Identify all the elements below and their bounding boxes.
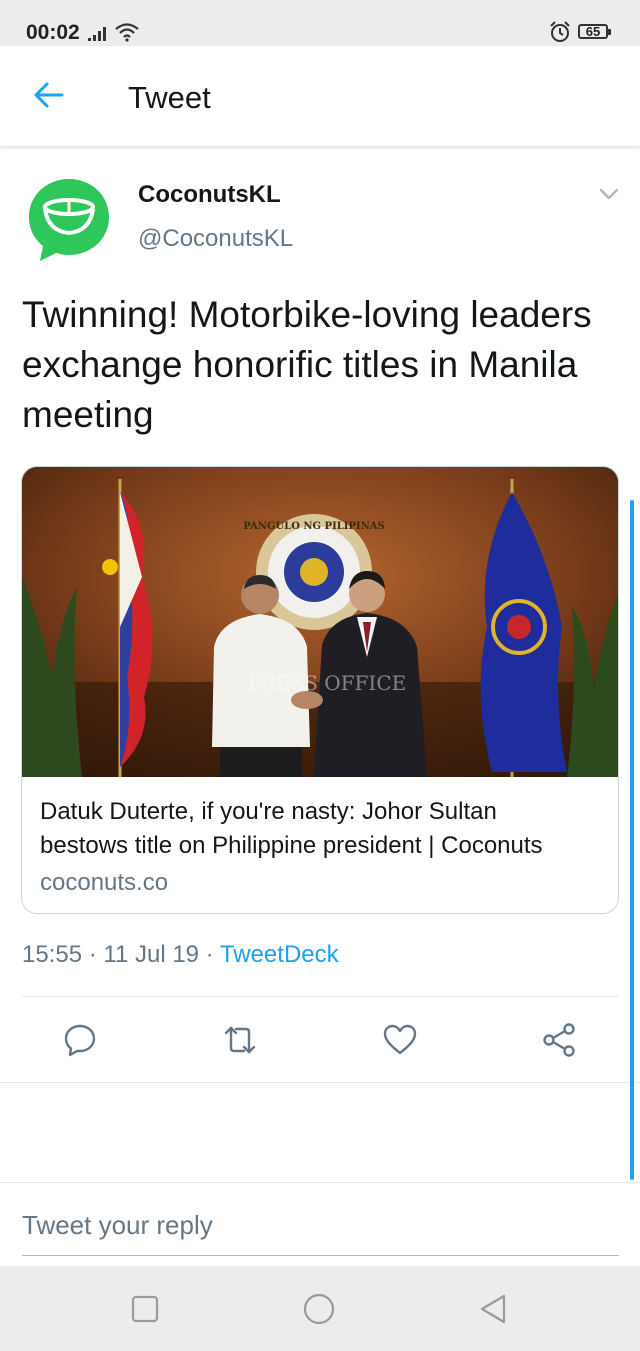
divider (22, 996, 619, 997)
battery-level: 65 (585, 24, 601, 39)
status-time: 00:02 (26, 21, 80, 44)
alarm-icon (550, 21, 570, 42)
card-title-line-1: Datuk Duterte, if you're nasty: Johor Su… (40, 798, 497, 825)
tweet-meta: 15:55 · 11 Jul 19 · TweetDeck (22, 941, 339, 969)
tweet-text: Twinning! Motorbike-loving leaders excha… (22, 294, 592, 435)
status-bar: 00:02 65 (0, 0, 640, 46)
coconuts-logo-icon (29, 179, 109, 261)
like-icon[interactable] (382, 1022, 418, 1058)
tweet-source-link[interactable]: TweetDeck (220, 941, 339, 968)
back-nav-icon[interactable] (476, 1292, 510, 1326)
chevron-down-icon[interactable] (598, 186, 620, 202)
link-card[interactable]: PANGULO NG PILIPINAS PRESS OFFICE Datuk … (21, 466, 619, 914)
retweet-icon[interactable] (222, 1022, 258, 1058)
scrollbar[interactable] (630, 500, 634, 1180)
tweet-timestamp: 15:55 · 11 Jul 19 · (22, 941, 220, 968)
divider (0, 1082, 640, 1083)
page-title: Tweet (128, 80, 211, 115)
seal-text: PANGULO NG PILIPINAS (243, 521, 385, 532)
wifi-icon (115, 23, 139, 42)
reply-icon[interactable] (62, 1022, 98, 1058)
home-icon[interactable] (302, 1292, 336, 1326)
image-watermark: PRESS OFFICE (248, 671, 406, 695)
card-title: Datuk Duterte, if you're nasty: Johor Su… (40, 795, 610, 863)
battery-icon: 65 (578, 24, 611, 39)
avatar[interactable] (26, 176, 112, 262)
signal-icon (88, 27, 106, 41)
reply-input[interactable] (22, 1196, 619, 1256)
card-title-line-2: bestows title on Philippine president | … (40, 832, 543, 859)
app-header: Tweet (0, 46, 640, 147)
share-icon[interactable] (542, 1022, 578, 1058)
card-image: PANGULO NG PILIPINAS PRESS OFFICE (22, 467, 618, 777)
author-handle[interactable]: @CoconutsKL (138, 225, 293, 253)
arrow-left-icon[interactable] (32, 80, 66, 110)
author-display-name[interactable]: CoconutsKL (138, 181, 281, 209)
card-domain: coconuts.co (40, 869, 169, 896)
recent-apps-icon[interactable] (128, 1292, 162, 1326)
system-nav-bar (0, 1266, 640, 1351)
divider (0, 1182, 640, 1183)
